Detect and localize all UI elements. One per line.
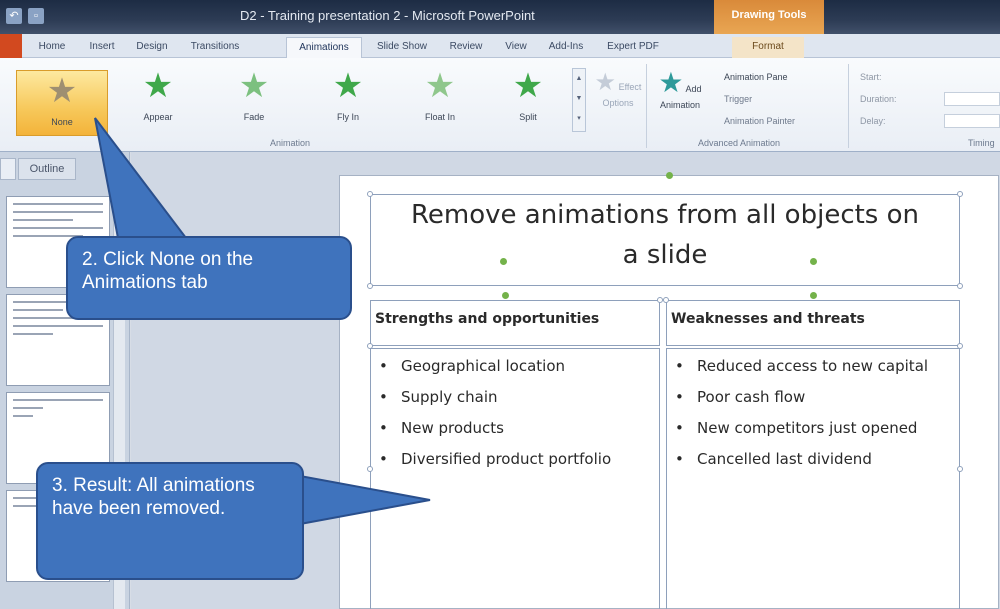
callout-step3: 3. Result: All animations have been remo…	[36, 462, 304, 580]
callout-pointer-step3	[299, 474, 431, 526]
callout-pointer-step2	[94, 117, 189, 239]
callout-step3-text: 3. Result: All animations have been remo…	[52, 475, 255, 519]
callout-step2: 2. Click None on the Animations tab	[66, 236, 352, 320]
callout-step2-text: 2. Click None on the Animations tab	[82, 249, 254, 293]
